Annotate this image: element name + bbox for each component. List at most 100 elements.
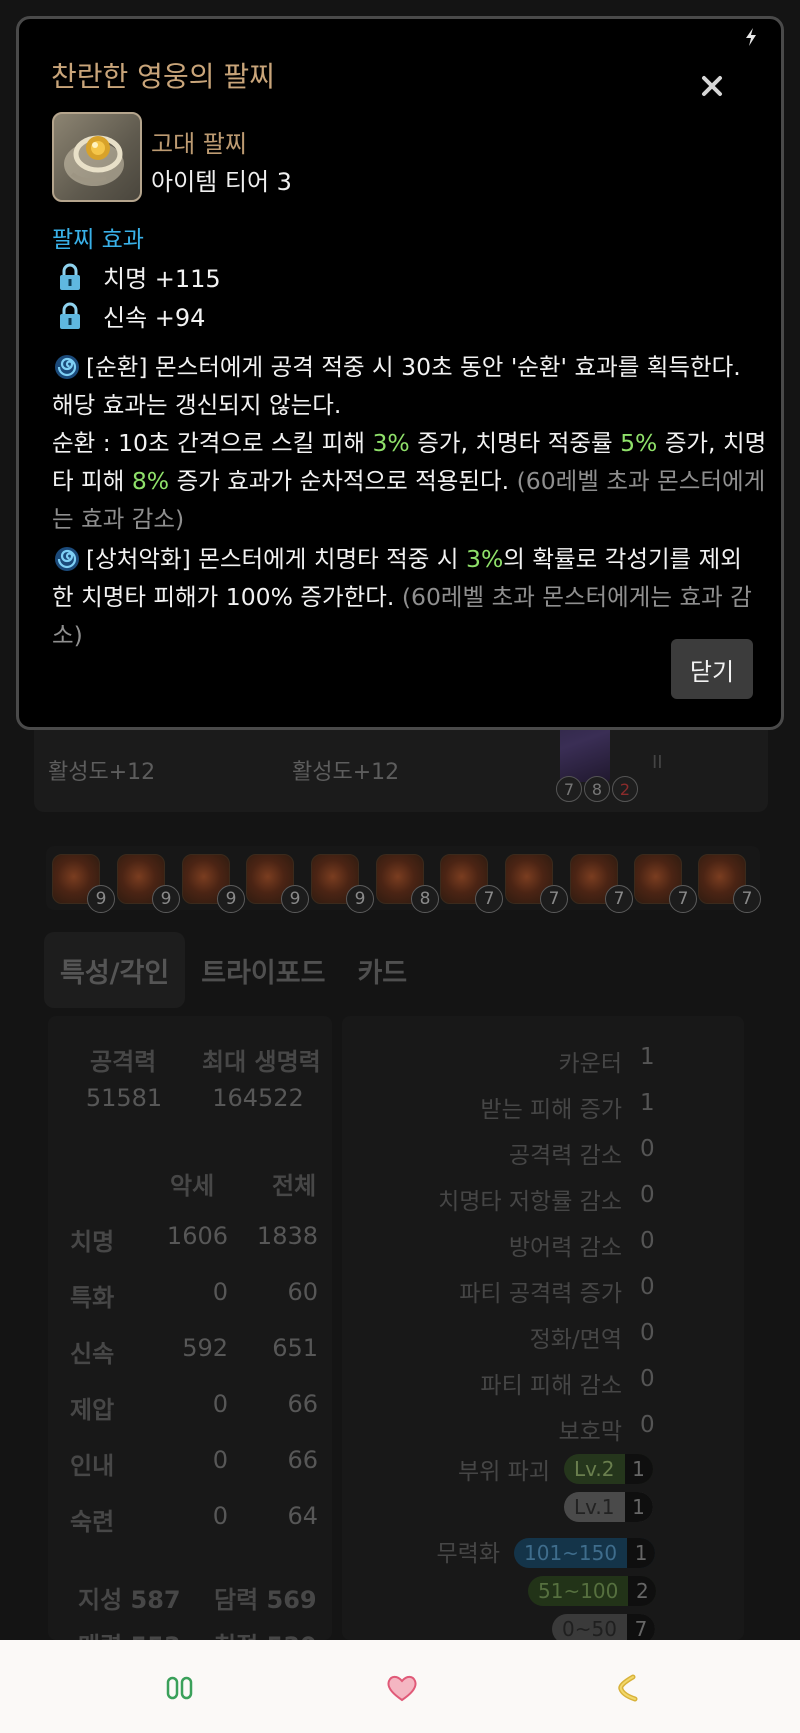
gem-icon[interactable]: 7: [505, 854, 568, 913]
gem-level: 7: [605, 885, 633, 913]
battle-stat-label: 치명타 저항률 감소: [438, 1189, 622, 1215]
gem-icon[interactable]: 9: [117, 854, 180, 913]
part-break-count: 1: [624, 1454, 653, 1484]
tab-tripod[interactable]: 트라이포드: [185, 932, 341, 1008]
battle-stat-value: 0: [640, 1228, 655, 1254]
effect-text: 타 피해: [52, 467, 132, 495]
part-break-lv2: Lv.2 1: [564, 1454, 653, 1484]
battle-stat-label: 정화/면역: [529, 1327, 622, 1353]
battle-stat-value: 1: [640, 1044, 655, 1070]
lightning-icon: [746, 28, 756, 46]
stat-acc: 0: [212, 1390, 228, 1418]
lock-icon: [60, 302, 80, 329]
battle-stat-label: 카운터: [558, 1051, 622, 1077]
stats-panel: 공격력 최대 생명력 51581 164522 악세 전체 치명 1606 18…: [48, 1016, 332, 1640]
gem-icon[interactable]: 7: [634, 854, 697, 913]
gem-icon[interactable]: 9: [311, 854, 374, 913]
effect-text: 증가 효과가 순차적으로 적용된다.: [169, 467, 517, 495]
hp-label: 최대 생명력: [202, 1048, 321, 1076]
tab-engraving[interactable]: 특성/각인: [44, 932, 186, 1008]
gem-icon[interactable]: 9: [182, 854, 245, 913]
neutralize-label: 무력화: [436, 1541, 500, 1567]
stat-name: 신속: [70, 1340, 115, 1368]
battle-stat-value: 0: [640, 1136, 655, 1162]
gem-icon[interactable]: 7: [698, 854, 761, 913]
stat-total: 1838: [256, 1222, 318, 1250]
tendency-kindness: 친절 530: [214, 1626, 317, 1640]
swirl-icon: [55, 547, 79, 571]
stat-acc: 0: [212, 1502, 228, 1530]
part-break-label: 부위 파괴: [458, 1459, 550, 1485]
gem-level: 9: [346, 885, 374, 913]
battle-stat-value: 0: [640, 1366, 655, 1392]
battle-stat-label: 방어력 감소: [508, 1235, 622, 1261]
gem-level: 9: [87, 885, 115, 913]
stat-name: 제압: [70, 1396, 115, 1424]
close-icon[interactable]: [695, 69, 729, 103]
card-stat: 활성도+12: [48, 760, 156, 785]
gem-level: 8: [411, 885, 439, 913]
pause-icon: II: [652, 752, 663, 773]
battle-stat-value: 0: [640, 1412, 655, 1438]
gem-level: 7: [475, 885, 503, 913]
tendency-charm: 매력 553: [78, 1626, 181, 1640]
stat-label: 치명 +115: [103, 265, 221, 293]
stat-name: 특화: [70, 1284, 115, 1312]
gem-icon[interactable]: 9: [52, 854, 115, 913]
attack-value: 51581: [85, 1084, 163, 1112]
lock-icon: [60, 263, 80, 290]
gem-level: 7: [733, 885, 761, 913]
close-button[interactable]: 닫기: [671, 639, 753, 699]
stat-name: 인내: [70, 1452, 115, 1480]
recent-apps-icon[interactable]: [160, 1668, 200, 1708]
item-tier: 아이템 티어 3: [151, 168, 292, 196]
battle-stat-label: 받는 피해 증가: [480, 1097, 622, 1123]
effect-text: 증가, 치명타 적중률: [409, 429, 621, 457]
gem-icon[interactable]: 7: [440, 854, 503, 913]
col-accessory: 악세: [170, 1172, 215, 1200]
stat-acc: 0: [212, 1278, 228, 1306]
col-total: 전체: [272, 1172, 317, 1200]
battle-stat-label: 파티 공격력 증가: [459, 1281, 622, 1307]
stat-acc: 1606: [166, 1222, 228, 1250]
effect-value: 8%: [131, 467, 170, 495]
battle-stat-label: 보호막: [558, 1419, 622, 1445]
swirl-icon: [55, 355, 79, 379]
stat-name: 치명: [70, 1228, 115, 1256]
heart-icon[interactable]: [382, 1668, 422, 1708]
system-nav-bar: [0, 1640, 800, 1733]
effect-text: 증가, 치명: [657, 429, 767, 457]
effect-text: 의 확률로 각성기를 제외: [503, 545, 742, 573]
battle-stat-value: 0: [640, 1182, 655, 1208]
effect-cycle-head: [순환] 몬스터에게 공격 적중 시 30초 동안 '순환' 효과를 획득한다.: [86, 353, 741, 381]
attack-label: 공격력: [90, 1048, 157, 1076]
neutralize-range: 101~150: [524, 1541, 618, 1565]
stat-name: 숙련: [70, 1508, 115, 1536]
stat-label: 신속 +94: [103, 304, 206, 332]
neutralize-count: 2: [628, 1576, 657, 1606]
effect-cycle-line2: 해당 효과는 갱신되지 않는다.: [52, 391, 342, 419]
neutralize-count: 1: [627, 1538, 656, 1568]
gem-list: 9 9 9 9 9 8 7 7 7 7 7: [46, 846, 761, 913]
stat-line-swift: 신속 +94: [57, 298, 205, 333]
effect-cycle: [순환] 몬스터에게 공격 적중 시 30초 동안 '순환' 효과를 획득한다.…: [52, 348, 772, 538]
effect-value: 3%: [466, 545, 504, 573]
effect-text: 순환 : 10초 간격으로 스킬 피해: [52, 429, 373, 457]
hp-value: 164522: [212, 1084, 304, 1112]
gem-icon[interactable]: 8: [376, 854, 439, 913]
gem-level: 7: [540, 885, 568, 913]
item-tooltip-modal: 찬란한 영웅의 팔찌 고대 팔찌 아이템 티어 3 팔찌 효과 치명 +115 …: [16, 16, 784, 730]
effect-value: 3%: [372, 429, 410, 457]
gem-icon[interactable]: 7: [570, 854, 633, 913]
battle-stat-label: 파티 피해 감소: [480, 1373, 622, 1399]
stat-total: 64: [287, 1502, 318, 1530]
effect-value: 5%: [620, 429, 658, 457]
tab-card[interactable]: 카드: [341, 932, 423, 1008]
stat-acc: 0: [212, 1446, 228, 1474]
neutralize-range-mid: 51~100 2: [528, 1576, 657, 1606]
gem-level: 9: [281, 885, 309, 913]
stat-line-crit: 치명 +115: [57, 259, 221, 294]
gem-icon[interactable]: 9: [246, 854, 309, 913]
card-awaken-badge: 2: [612, 776, 638, 802]
back-icon[interactable]: [608, 1668, 648, 1708]
